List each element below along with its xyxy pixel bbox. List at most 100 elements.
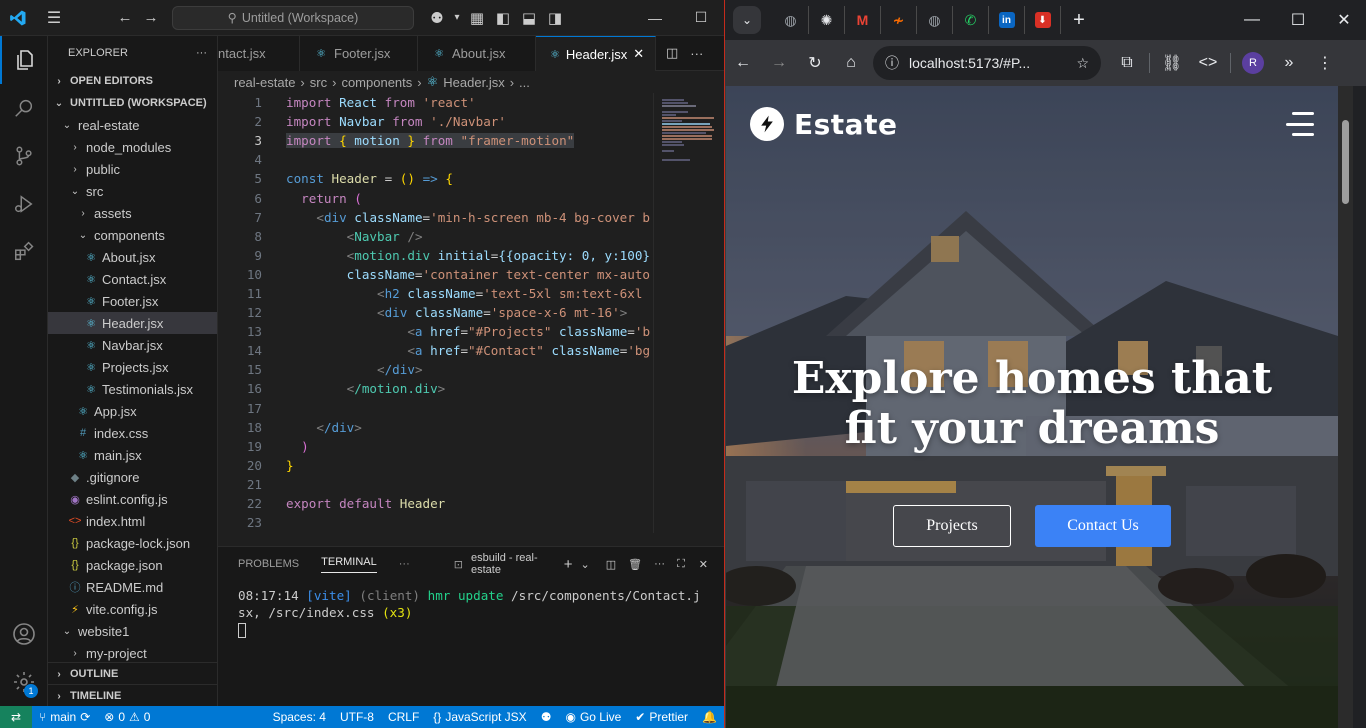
browser-tab[interactable]: in (989, 6, 1025, 34)
browser-tab[interactable]: ◍ (773, 6, 809, 34)
page-scrollbar[interactable] (1338, 86, 1353, 728)
close-icon[interactable]: ✕ (699, 558, 708, 571)
tree-item[interactable]: ⚛ Projects.jsx (48, 356, 217, 378)
open-editors-section[interactable]: › OPEN EDITORS (48, 70, 217, 92)
link-icon[interactable]: ⛓ (1154, 45, 1190, 81)
code-icon[interactable]: <> (1190, 45, 1226, 81)
code-editor[interactable]: 1 import React from 'react' 2 import Navba… (218, 93, 653, 533)
tree-item[interactable]: ⌄ components (48, 224, 217, 246)
breadcrumb-item[interactable]: Header.jsx (443, 75, 504, 90)
explorer-icon[interactable] (0, 36, 48, 84)
reload-icon[interactable]: ↻ (797, 45, 833, 81)
profile-button[interactable]: R (1235, 45, 1271, 81)
tree-item[interactable]: ⌄ real-estate (48, 114, 217, 136)
tree-item[interactable]: {} package-lock.json (48, 532, 217, 554)
tree-item[interactable]: › my-project (48, 642, 217, 664)
minimap[interactable] (653, 93, 724, 533)
run-debug-icon[interactable] (0, 180, 48, 228)
tab-footer[interactable]: ⚛ Footer.jsx (300, 36, 418, 71)
breadcrumb-item[interactable]: components (341, 75, 412, 90)
minimize-icon[interactable]: — (632, 0, 678, 36)
split-terminal-icon[interactable]: ◫ (606, 558, 616, 571)
tree-item[interactable]: ⚛ main.jsx (48, 444, 217, 466)
tree-item[interactable]: ⚡ vite.config.js (48, 598, 217, 620)
problems-status[interactable]: ⊗ 0 ⚠ 0 (97, 710, 157, 724)
tab-contact[interactable]: ntact.jsx (218, 36, 300, 71)
site-info-icon[interactable]: ⓘ (885, 53, 899, 73)
tree-item[interactable]: › public (48, 158, 217, 180)
prettier-status[interactable]: ✔ Prettier (628, 710, 695, 724)
copilot-icon[interactable]: ⚉ (424, 5, 450, 31)
tree-item[interactable]: › assets (48, 202, 217, 224)
browser-tab[interactable]: ≁ (881, 6, 917, 34)
chevron-down-icon[interactable]: ▾ (450, 5, 464, 31)
breadcrumb-item[interactable]: real-estate (234, 75, 295, 90)
golive-status[interactable]: ◉ Go Live (558, 710, 628, 724)
tree-item[interactable]: ⚛ Contact.jsx (48, 268, 217, 290)
toggle-sidebar-icon[interactable]: ◧ (490, 5, 516, 31)
tree-item[interactable]: {} package.json (48, 554, 217, 576)
new-tab-icon[interactable]: + (1061, 2, 1097, 38)
close-icon[interactable]: ✕ (633, 46, 644, 62)
tree-item[interactable]: ⚛ Navbar.jsx (48, 334, 217, 356)
brand-logo[interactable]: Estate (750, 107, 897, 141)
more-actions-icon[interactable]: ··· (196, 47, 207, 59)
account-icon[interactable] (0, 610, 48, 658)
workspace-section[interactable]: ⌄ UNTITLED (WORKSPACE) (48, 92, 217, 114)
trash-icon[interactable]: 🗑 (628, 558, 642, 571)
browser-tab[interactable]: ✆ (953, 6, 989, 34)
remote-icon[interactable]: ⇄ (0, 706, 32, 728)
tab-search-icon[interactable]: ⌄ (733, 6, 761, 34)
tree-item[interactable]: ◉ eslint.config.js (48, 488, 217, 510)
extensions-icon[interactable]: ⧉ (1109, 45, 1145, 81)
customize-layout-icon[interactable]: ▦ (464, 5, 490, 31)
forward-arrow-icon[interactable]: → (761, 45, 797, 81)
tree-item[interactable]: ⚛ Header.jsx (48, 312, 217, 334)
breadcrumb-item[interactable]: ... (519, 75, 530, 90)
branch-status[interactable]: ⑂ main ⟳ (32, 710, 97, 724)
maximize-icon[interactable]: ☐ (678, 0, 724, 36)
more-actions-icon[interactable]: ··· (654, 558, 665, 570)
tree-item[interactable]: # index.css (48, 422, 217, 444)
more-actions-icon[interactable]: ··· (690, 46, 703, 61)
tab-header[interactable]: ⚛ Header.jsx ✕ (536, 36, 656, 71)
projects-button[interactable]: Projects (893, 505, 1011, 547)
contact-us-button[interactable]: Contact Us (1035, 505, 1171, 547)
browser-tab[interactable]: ⬇ (1025, 6, 1061, 34)
tree-item[interactable]: ⚛ About.jsx (48, 246, 217, 268)
command-center[interactable]: ⚲ Untitled (Workspace) (172, 5, 414, 30)
tree-item[interactable]: ◆ .gitignore (48, 466, 217, 488)
terminal-name[interactable]: esbuild - real-estate (471, 552, 552, 576)
browser-tab[interactable]: M (845, 6, 881, 34)
bookmark-star-icon[interactable]: ☆ (1076, 55, 1089, 72)
breadcrumb-item[interactable]: src (310, 75, 327, 90)
tab-terminal[interactable]: TERMINAL (321, 556, 377, 573)
back-arrow-icon[interactable]: ← (725, 45, 761, 81)
forward-arrow-icon[interactable]: → (138, 5, 164, 31)
outline-section[interactable]: › OUTLINE (48, 662, 217, 684)
tree-item[interactable]: ⚛ Footer.jsx (48, 290, 217, 312)
tree-item[interactable]: ⚛ Testimonials.jsx (48, 378, 217, 400)
hamburger-menu-icon[interactable] (1286, 112, 1314, 136)
toggle-panel-icon[interactable]: ⬓ (516, 5, 542, 31)
tree-item[interactable]: ⌄ src (48, 180, 217, 202)
add-terminal-icon[interactable]: + (564, 556, 573, 573)
kebab-menu-icon[interactable]: ⋮ (1307, 45, 1343, 81)
tree-item[interactable]: › node_modules (48, 136, 217, 158)
menu-icon[interactable]: ☰ (36, 0, 72, 36)
eol-status[interactable]: CRLF (381, 710, 426, 724)
tree-item[interactable]: ⌄ website1 (48, 620, 217, 642)
copilot-status-icon[interactable]: ⚉ (534, 710, 559, 724)
tree-item[interactable]: ⓘ README.md (48, 576, 217, 598)
minimize-icon[interactable]: — (1229, 2, 1275, 38)
timeline-section[interactable]: › TIMELINE (48, 684, 217, 706)
maximize-icon[interactable]: ☐ (1275, 2, 1321, 38)
browser-tab[interactable]: ✺ (809, 6, 845, 34)
chevron-down-icon[interactable]: ⌄ (580, 558, 589, 571)
extensions-icon[interactable] (0, 228, 48, 276)
split-editor-icon[interactable]: ◫ (666, 45, 678, 61)
more-actions-icon[interactable]: ··· (399, 558, 410, 570)
tree-item[interactable]: ⚛ App.jsx (48, 400, 217, 422)
scroll-thumb[interactable] (1342, 120, 1349, 204)
notifications-icon[interactable]: 🔔 (695, 710, 724, 724)
